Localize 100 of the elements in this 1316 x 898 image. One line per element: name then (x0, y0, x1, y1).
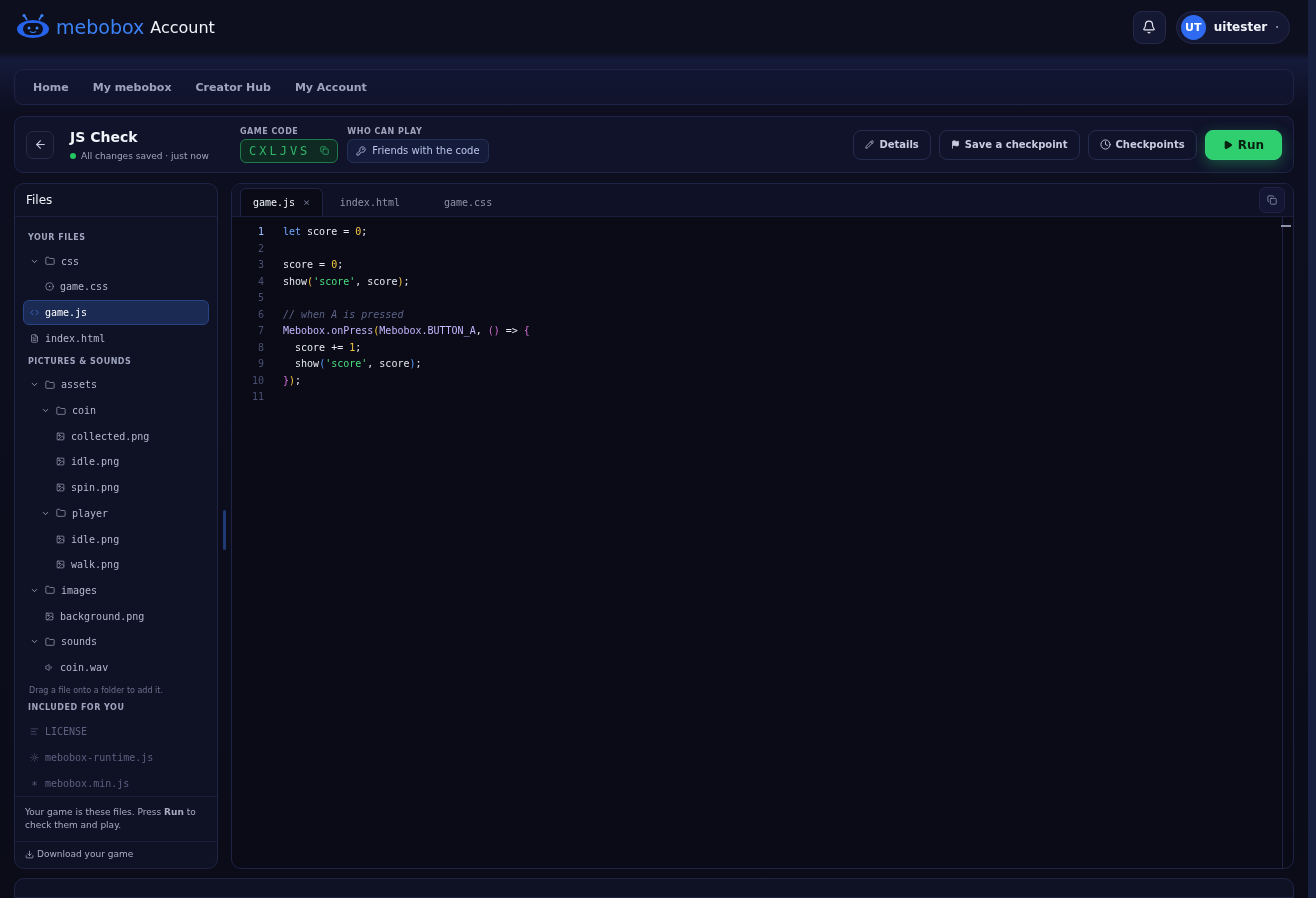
nav-link[interactable]: My Account (284, 76, 377, 98)
folder-icon (45, 256, 55, 267)
code-line: show('score', score); (283, 275, 410, 289)
file-tab[interactable]: game.js × (240, 188, 323, 217)
robot-logo-icon (16, 14, 50, 40)
folder-icon (45, 585, 55, 596)
clock-icon (1099, 139, 1111, 151)
image-icon (56, 560, 65, 570)
run-button[interactable]: Run (1204, 129, 1282, 160)
code-line: score = 0; (283, 259, 344, 273)
section-heading: PICTURES & SOUNDS (27, 356, 133, 369)
image-icon (45, 611, 54, 621)
section-heading: YOUR FILES (27, 232, 87, 245)
line-number: 2 (256, 242, 264, 256)
folder-item[interactable]: css (23, 248, 209, 274)
user-avatar: UT (1180, 14, 1206, 40)
file-tab[interactable]: index.html (326, 188, 413, 217)
line-number: 9 (256, 358, 264, 372)
line-number: 1 (256, 226, 264, 240)
folder-icon (45, 636, 55, 647)
line-number: 11 (250, 391, 264, 405)
action-button[interactable]: Save a checkpoint (938, 129, 1080, 160)
line-number: 8 (256, 341, 264, 355)
back-arrow-icon (33, 138, 47, 152)
back-button[interactable] (26, 130, 54, 159)
game-code-field[interactable]: CXLJVS (240, 138, 339, 163)
gear-icon (30, 752, 39, 762)
code-line: show('score', score); (294, 358, 422, 372)
image-icon (56, 534, 65, 544)
copy-button[interactable] (1259, 187, 1285, 214)
download-link[interactable]: Download your game (15, 841, 217, 869)
scrollbar-thumb[interactable] (1281, 225, 1291, 228)
nav-link[interactable]: Home (23, 76, 79, 98)
copy-icon (320, 146, 330, 156)
nav-link[interactable]: Creator Hub (185, 76, 281, 98)
code-comment: // when A is pressed (283, 308, 404, 322)
file-item[interactable]: index.html (23, 325, 209, 352)
folder-item[interactable]: images (23, 577, 209, 604)
panel-title: Files (26, 193, 53, 208)
file-item[interactable]: game.js (23, 299, 209, 326)
line-number: 3 (256, 259, 264, 273)
folder-item[interactable]: assets (23, 372, 209, 398)
folder-icon (56, 405, 66, 416)
file-item[interactable]: idle.png (23, 449, 209, 475)
section-heading: INCLUDED FOR YOU (27, 702, 126, 715)
text-lines-icon (30, 726, 39, 736)
image-icon (56, 431, 65, 441)
copy-icon (1267, 195, 1277, 206)
code-line: score += 1; (294, 341, 362, 355)
brand-name: mebobox (56, 16, 145, 38)
file-item[interactable]: coin.wav (23, 654, 209, 681)
folder-item[interactable]: player (23, 500, 209, 527)
close-icon[interactable]: × (303, 196, 310, 210)
asterisk-icon (30, 778, 39, 788)
folder-item[interactable]: sounds (23, 628, 209, 655)
scrollbar-thumb[interactable] (223, 510, 226, 551)
line-number: 5 (256, 292, 264, 306)
section-title: Account (150, 17, 215, 37)
speaker-icon (45, 663, 54, 672)
project-title: JS Check (70, 128, 139, 145)
access-button[interactable]: Friends with the code (347, 138, 489, 163)
action-button[interactable]: Checkpoints (1087, 129, 1197, 160)
line-number: 6 (256, 308, 264, 322)
line-number: 7 (256, 325, 264, 339)
file-tab[interactable]: game.css (431, 188, 506, 217)
image-icon (56, 483, 65, 493)
bell-icon (1142, 20, 1157, 34)
code-line: let score = 0; (283, 226, 368, 240)
user-name: uitester (1213, 20, 1268, 34)
code-line: Mebobox.onPress(Mebobox.BUTTON_A, () => { (283, 325, 530, 339)
key-icon (356, 145, 367, 156)
action-button[interactable]: Details (853, 129, 931, 160)
file-item[interactable]: collected.png (23, 423, 209, 450)
notifications-button[interactable] (1132, 10, 1166, 44)
file-item[interactable]: walk.png (23, 551, 209, 578)
code-line: }); (283, 374, 302, 388)
code-icon (30, 308, 39, 318)
palette-icon (45, 282, 54, 292)
pencil-icon (865, 140, 875, 150)
file-icon (30, 333, 39, 343)
folder-item[interactable]: coin (23, 397, 209, 424)
nav-link[interactable]: My mebobox (82, 76, 182, 98)
file-item[interactable]: game.css (23, 274, 209, 300)
flag-icon (950, 140, 960, 150)
download-icon (25, 849, 34, 859)
file-item[interactable]: background.png (23, 603, 209, 629)
folder-icon (45, 379, 55, 390)
file-item[interactable]: idle.png (23, 526, 209, 552)
info-note: Your game is these files. Press Run to check them and play. (25, 807, 196, 831)
image-icon (56, 457, 65, 467)
field-label: GAME CODE (240, 126, 300, 136)
save-status: All changes saved · just now (81, 150, 209, 161)
file-item[interactable]: spin.png (23, 474, 209, 501)
page-scrollbar[interactable] (1308, 0, 1316, 898)
folder-icon (56, 508, 66, 519)
line-number: 10 (250, 374, 264, 388)
caret-icon: · (1275, 21, 1279, 33)
field-label: WHO CAN PLAY (347, 126, 424, 136)
user-menu-button[interactable]: UT uitester · (1175, 10, 1290, 44)
hint-text: Drag a file onto a folder to add it. (28, 685, 164, 698)
